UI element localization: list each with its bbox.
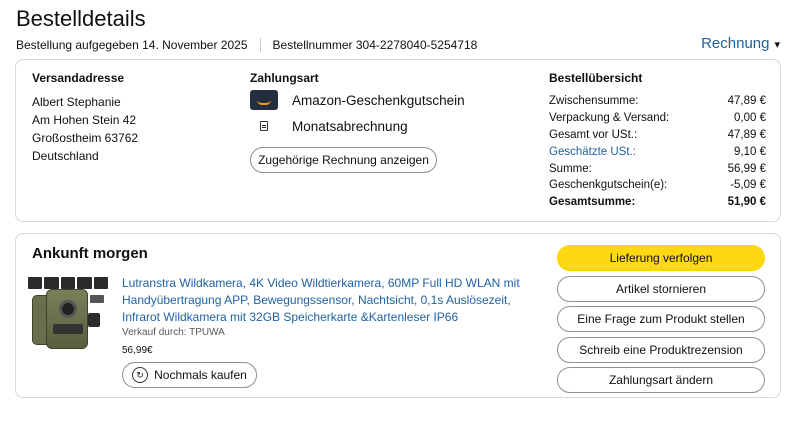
summary-row-subtotal: Zwischensumme: 47,89 € [549,93,766,110]
seller-info: Verkauf durch: TPUWA [122,327,225,338]
order-number: Bestellnummer 304-2278040-5254718 [272,38,478,52]
arrival-status: Ankunft morgen [32,245,148,262]
payment-heading: Zahlungsart [250,71,319,85]
shipment-actions: Lieferung verfolgen Artikel stornieren E… [557,245,765,398]
shipping-name: Albert Stephanie [32,95,121,109]
summary-value: -5,09 € [730,179,766,192]
summary-row-tax: Geschätzte USt.: 9,10 € [549,143,766,160]
summary-label: Gesamtsumme: [549,196,636,209]
summary-label: Geschenkgutschein(e): [549,179,668,192]
summary-label: Zwischensumme: [549,95,639,108]
shipping-city: Großostheim 63762 [32,131,139,145]
shipping-country: Deutschland [32,149,99,163]
buy-again-icon: ↻ [132,367,149,383]
amazon-gift-card-icon [250,90,278,110]
order-summary: Zwischensumme: 47,89 € Verpackung & Vers… [549,93,766,211]
payment-method-monthly: Monatsabrechnung [250,116,408,136]
summary-value: 0,00 € [734,112,766,125]
summary-row-grand-total: Gesamtsumme: 51,90 € [549,194,766,211]
product-feature-badges [28,277,109,289]
ask-product-question-button[interactable]: Eine Frage zum Produkt stellen [557,306,765,332]
product-title-link[interactable]: Lutranstra Wildkamera, 4K Video Wildtier… [122,275,542,326]
track-delivery-button[interactable]: Lieferung verfolgen [557,245,765,271]
summary-label: Verpackung & Versand: [549,112,670,125]
summary-value: 56,99 € [727,162,766,175]
shipment-card: Ankunft morgen Lutranstra Wildkamera, 4K… [15,233,781,398]
summary-label: Summe: [549,162,592,175]
buy-again-label: Nochmals kaufen [154,368,247,382]
order-date: Bestellung aufgegeben 14. November 2025 [16,38,248,52]
summary-row-sum: Summe: 56,99 € [549,160,766,177]
chevron-down-icon: ▾ [774,39,780,51]
shipping-street: Am Hohen Stein 42 [32,113,137,127]
invoice-document-icon [250,116,278,136]
summary-row-gift-card: Geschenkgutschein(e): -5,09 € [549,177,766,194]
payment-method-label: Amazon-Geschenkgutschein [292,92,465,108]
summary-value: 47,89 € [727,128,766,141]
summary-row-pretax: Gesamt vor USt.: 47,89 € [549,127,766,144]
summary-value: 9,10 € [734,145,766,158]
write-review-button[interactable]: Schreib eine Produktrezension [557,336,765,363]
shipping-heading: Versandadresse [32,71,125,85]
sd-card [88,313,100,327]
shipping-address: Albert Stephanie Am Hohen Stein 42 Großo… [32,93,138,165]
change-payment-button[interactable]: Zahlungsart ändern [557,367,765,393]
invoice-dropdown-label: Rechnung [701,35,770,52]
order-meta: Bestellung aufgegeben 14. November 2025 … [16,38,477,52]
meta-divider [259,38,261,52]
product-price: 56,99€ [122,345,153,356]
summary-value: 51,90 € [727,196,766,209]
card-reader [90,295,104,303]
buy-again-button[interactable]: ↻ Nochmals kaufen [122,362,257,388]
summary-heading: Bestellübersicht [549,71,643,85]
view-related-invoice-button[interactable]: Zugehörige Rechnung anzeigen [250,147,437,173]
product-image[interactable] [28,277,109,352]
invoice-dropdown[interactable]: Rechnung ▾ [701,35,780,52]
camera-front-view [46,289,88,349]
summary-label: Gesamt vor USt.: [549,128,638,141]
payment-method-label: Monatsabrechnung [292,118,408,134]
summary-row-shipping: Verpackung & Versand: 0,00 € [549,110,766,127]
summary-value: 47,89 € [727,95,766,108]
estimated-tax-link[interactable]: Geschätzte USt.: [549,146,636,158]
payment-method-gift-card: Amazon-Geschenkgutschein [250,90,465,110]
order-info-card: Versandadresse Albert Stephanie Am Hohen… [15,59,781,222]
cancel-item-button[interactable]: Artikel stornieren [557,275,765,302]
page-title: Bestelldetails [16,6,146,31]
